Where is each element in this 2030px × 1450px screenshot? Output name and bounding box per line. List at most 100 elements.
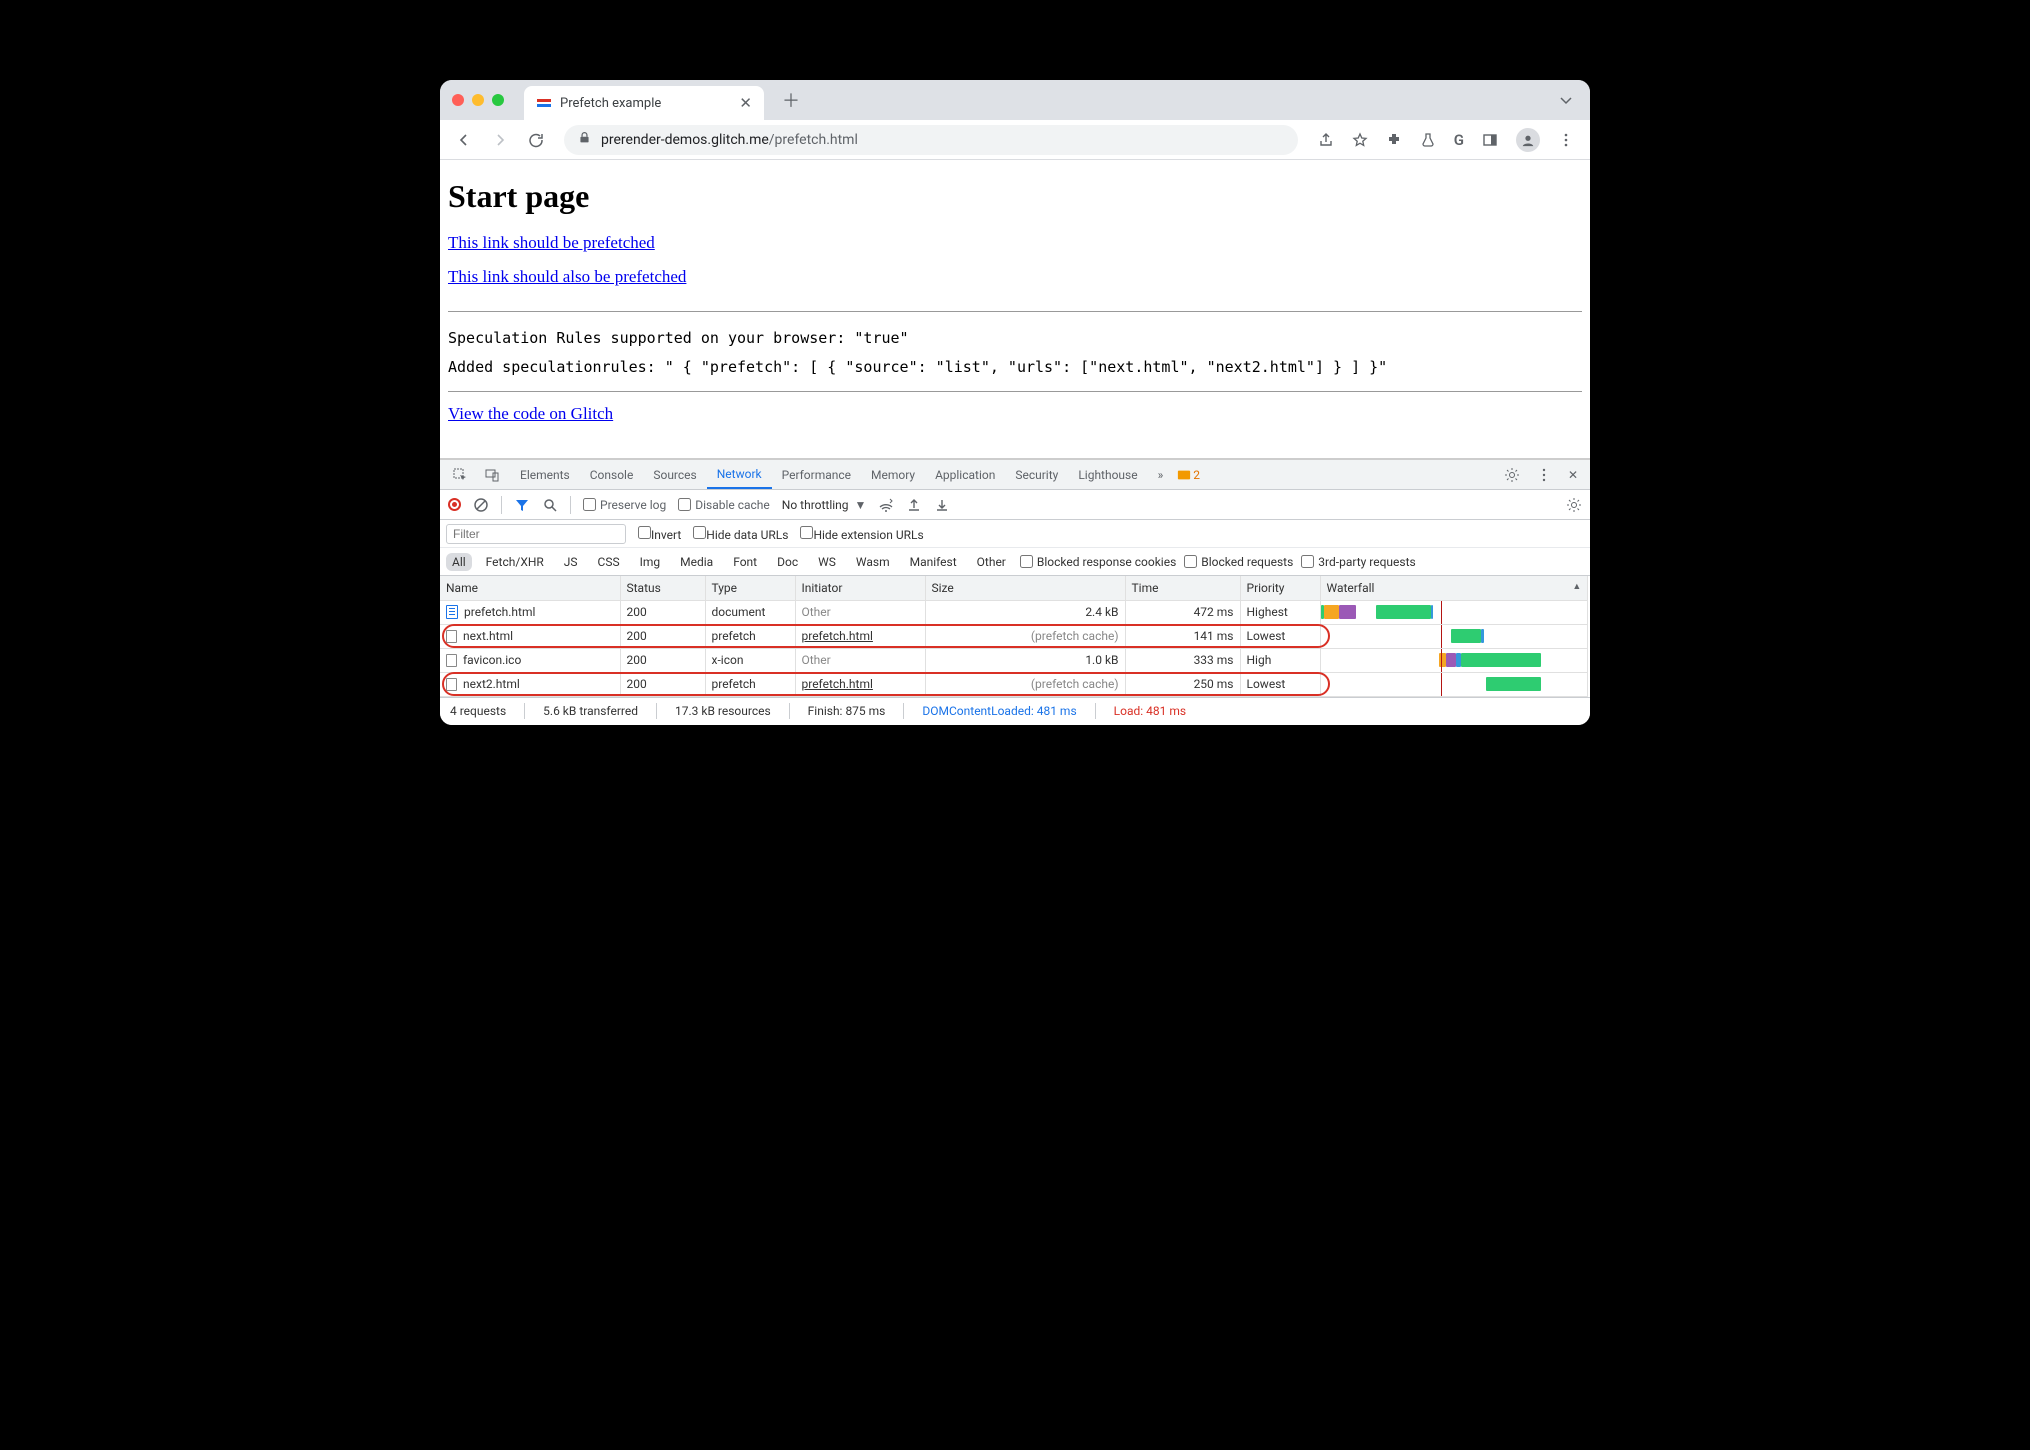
window-controls	[452, 94, 504, 106]
network-row[interactable]: favicon.ico200x-iconOther1.0 kB333 msHig…	[440, 648, 1590, 672]
more-tabs-icon[interactable]: »	[1152, 468, 1170, 482]
prefetch-link-1[interactable]: This link should be prefetched	[448, 233, 655, 253]
close-devtools-icon[interactable]: ✕	[1562, 468, 1584, 482]
lock-icon	[578, 131, 591, 148]
devtools-tabbar: ElementsConsoleSourcesNetworkPerformance…	[440, 460, 1590, 490]
waterfall-bar	[1320, 648, 1588, 672]
nav-toolbar: prerender-demos.glitch.me/prefetch.html …	[440, 120, 1590, 160]
url-text: prerender-demos.glitch.me/prefetch.html	[601, 132, 858, 148]
network-conditions-icon[interactable]	[878, 497, 894, 513]
settings-icon[interactable]	[1498, 467, 1526, 483]
invert-checkbox[interactable]: Invert	[638, 526, 681, 542]
column-status[interactable]: Status	[620, 576, 705, 600]
hide-extension-urls-checkbox[interactable]: Hide extension URLs	[800, 526, 923, 542]
bookmark-button[interactable]	[1344, 126, 1376, 154]
devtools-tab-sources[interactable]: Sources	[643, 460, 706, 489]
devtools-panel: ElementsConsoleSourcesNetworkPerformance…	[440, 458, 1590, 725]
network-row[interactable]: prefetch.html200documentOther2.4 kB472 m…	[440, 600, 1590, 624]
sidepanel-button[interactable]	[1474, 126, 1506, 154]
throttling-select[interactable]: No throttling ▼	[782, 498, 867, 512]
type-filter-ws[interactable]: WS	[812, 553, 842, 571]
google-button[interactable]: G	[1446, 125, 1472, 155]
initiator-link[interactable]: prefetch.html	[802, 629, 873, 643]
type-filter-img[interactable]: Img	[634, 553, 667, 571]
column-time[interactable]: Time	[1125, 576, 1240, 600]
type-filter-other[interactable]: Other	[971, 553, 1012, 571]
hide-data-urls-checkbox[interactable]: Hide data URLs	[693, 526, 788, 542]
export-icon[interactable]	[934, 497, 950, 513]
device-icon[interactable]	[478, 467, 506, 483]
preserve-log-checkbox[interactable]: Preserve log	[583, 498, 666, 512]
devtools-tab-lighthouse[interactable]: Lighthouse	[1068, 460, 1147, 489]
inspect-icon[interactable]	[446, 467, 474, 483]
devtools-tab-network[interactable]: Network	[707, 460, 772, 489]
browser-tab[interactable]: Prefetch example ✕	[524, 86, 764, 120]
disable-cache-checkbox[interactable]: Disable cache	[678, 498, 770, 512]
import-icon[interactable]	[906, 497, 922, 513]
record-button[interactable]	[448, 498, 461, 511]
devtools-tab-application[interactable]: Application	[925, 460, 1005, 489]
blocked-response-cookies-checkbox[interactable]: Blocked response cookies	[1020, 555, 1176, 569]
close-window-button[interactable]	[452, 94, 464, 106]
column-size[interactable]: Size	[925, 576, 1125, 600]
type-filter-fetchxhr[interactable]: Fetch/XHR	[480, 553, 550, 571]
page-content: Start page This link should be prefetche…	[440, 160, 1590, 458]
address-bar[interactable]: prerender-demos.glitch.me/prefetch.html	[564, 125, 1298, 155]
type-filter-wasm[interactable]: Wasm	[850, 553, 896, 571]
network-row[interactable]: next.html200prefetchprefetch.html(prefet…	[440, 624, 1590, 648]
network-filter-bar: Invert Hide data URLs Hide extension URL…	[440, 520, 1590, 548]
kebab-icon[interactable]	[1530, 467, 1558, 483]
third-party-requests-checkbox[interactable]: 3rd-party requests	[1301, 555, 1415, 569]
devtools-tab-memory[interactable]: Memory	[861, 460, 925, 489]
warnings-badge[interactable]: 2	[1173, 468, 1204, 482]
tab-search-button[interactable]	[1554, 88, 1578, 112]
prefetch-link-2[interactable]: This link should also be prefetched	[448, 267, 686, 287]
forward-button[interactable]	[484, 126, 516, 154]
type-filter-font[interactable]: Font	[727, 553, 763, 571]
column-priority[interactable]: Priority	[1240, 576, 1320, 600]
back-button[interactable]	[448, 126, 480, 154]
browser-window: Prefetch example ✕ ＋ prerender-demos.gli…	[440, 80, 1590, 725]
glitch-link[interactable]: View the code on Glitch	[448, 404, 613, 424]
search-icon[interactable]	[542, 497, 558, 513]
type-filter-js[interactable]: JS	[558, 553, 584, 571]
waterfall-bar	[1320, 600, 1588, 624]
speculation-support-text: Speculation Rules supported on your brow…	[448, 324, 1582, 353]
devtools-tab-console[interactable]: Console	[580, 460, 644, 489]
filter-input[interactable]	[446, 524, 626, 544]
network-settings-icon[interactable]	[1566, 497, 1582, 513]
resource-type-filter: All Fetch/XHR JS CSS Img Media Font Doc WS Wasm Ma…	[440, 548, 1590, 576]
devtools-tab-elements[interactable]: Elements	[510, 460, 580, 489]
new-tab-button[interactable]: ＋	[772, 83, 810, 117]
labs-button[interactable]	[1412, 126, 1444, 154]
devtools-tab-security[interactable]: Security	[1005, 460, 1068, 489]
tab-title: Prefetch example	[560, 96, 731, 111]
devtools-tab-performance[interactable]: Performance	[772, 460, 861, 489]
menu-button[interactable]	[1550, 126, 1582, 154]
network-row[interactable]: next2.html200prefetchprefetch.html(prefe…	[440, 672, 1590, 696]
close-tab-button[interactable]: ✕	[739, 94, 752, 112]
column-type[interactable]: Type	[705, 576, 795, 600]
minimize-window-button[interactable]	[472, 94, 484, 106]
maximize-window-button[interactable]	[492, 94, 504, 106]
waterfall-bar	[1320, 624, 1588, 648]
type-filter-manifest[interactable]: Manifest	[904, 553, 963, 571]
initiator-link[interactable]: prefetch.html	[802, 677, 873, 691]
network-table: NameStatusTypeInitiatorSizeTimePriorityW…	[440, 576, 1590, 697]
resources-size: 17.3 kB resources	[675, 704, 771, 718]
column-name[interactable]: Name	[440, 576, 620, 600]
clear-button[interactable]	[473, 497, 489, 513]
type-filter-all[interactable]: All	[446, 553, 472, 571]
profile-button[interactable]	[1508, 122, 1548, 158]
share-button[interactable]	[1310, 126, 1342, 154]
type-filter-css[interactable]: CSS	[592, 553, 626, 571]
type-filter-doc[interactable]: Doc	[771, 553, 804, 571]
filter-icon[interactable]	[514, 497, 530, 513]
transferred-size: 5.6 kB transferred	[543, 704, 638, 718]
type-filter-media[interactable]: Media	[674, 553, 719, 571]
reload-button[interactable]	[520, 126, 552, 154]
extensions-button[interactable]	[1378, 126, 1410, 154]
column-waterfall[interactable]: Waterfall	[1320, 576, 1588, 600]
column-initiator[interactable]: Initiator	[795, 576, 925, 600]
blocked-requests-checkbox[interactable]: Blocked requests	[1184, 555, 1293, 569]
